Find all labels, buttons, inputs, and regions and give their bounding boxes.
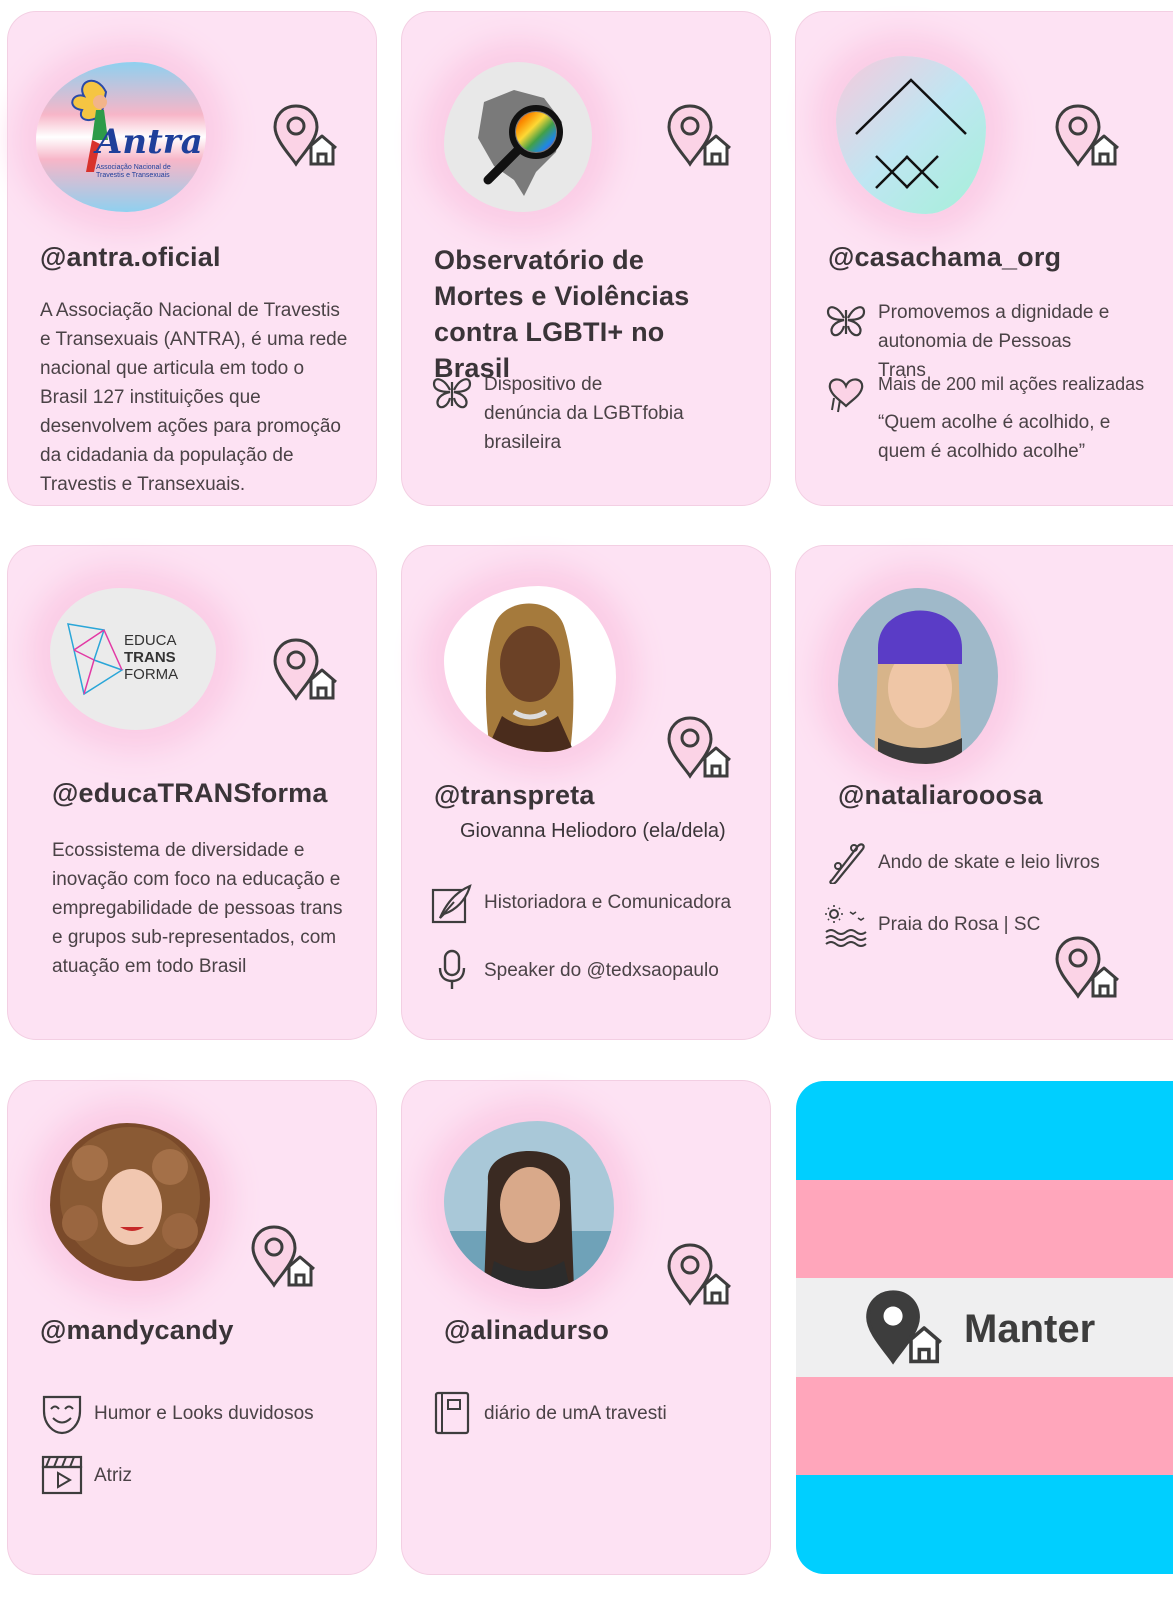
location-home-icon[interactable] <box>270 634 342 706</box>
profile-card-nataliaroosa[interactable]: @nataliarooosa Ando de skate e leio livr… <box>796 546 1173 1039</box>
profile-card-casachama[interactable]: @casachama_org Promovemos a dignidade e … <box>796 12 1173 505</box>
manter-logo-icon <box>866 1290 942 1365</box>
quote-text: “Quem acolhe é acolhido, e quem é acolhi… <box>878 412 1111 462</box>
feature-text: Dispositivo de denúncia da LGBTfobia bra… <box>484 374 684 453</box>
microphone-icon <box>430 948 474 992</box>
profile-card-transpreta[interactable]: @transpreta Giovanna Heliodoro (ela/dela… <box>402 546 770 1039</box>
antra-logo-subtitle: Associação Nacional de Travestis e Trans… <box>96 164 171 179</box>
theater-mask-icon <box>40 1391 84 1435</box>
location-home-icon[interactable] <box>270 100 342 172</box>
heart-hands-icon <box>824 370 868 414</box>
feature-text: diário de umA travesti <box>484 1403 667 1424</box>
location-home-icon[interactable] <box>664 100 736 172</box>
feature-text: Praia do Rosa | SC <box>878 914 1041 935</box>
profile-card-observatorio[interactable]: Observatório de Mortes e Violências cont… <box>402 12 770 505</box>
profile-handle[interactable]: @antra.oficial <box>40 242 221 273</box>
educatransforma-logo: EDUCA TRANS FORMA <box>50 588 216 730</box>
profile-handle[interactable]: @educaTRANSforma <box>52 778 328 809</box>
profile-description: Ecossistema de diversidade e inovação co… <box>52 840 343 977</box>
profile-handle[interactable]: @casachama_org <box>828 242 1061 273</box>
casachama-logo <box>836 56 986 214</box>
skateboard-icon <box>824 840 868 884</box>
logo-line: TRANS <box>124 649 176 666</box>
manter-card[interactable]: Manter <box>796 1081 1173 1574</box>
nataliaroosa-avatar <box>838 588 998 764</box>
location-home-icon[interactable] <box>664 1239 736 1311</box>
profile-title[interactable]: Observatório de Mortes e Violências cont… <box>434 242 734 386</box>
antra-logo: Antra Associação Nacional de Travestis e… <box>36 62 206 212</box>
butterfly-icon <box>824 298 868 342</box>
feature-row: Speaker do @tedxsaopaulo <box>430 948 719 992</box>
profile-handle[interactable]: @alinadurso <box>444 1315 609 1346</box>
location-home-icon[interactable] <box>1052 932 1124 1004</box>
flag-stripe-blue <box>796 1475 1173 1574</box>
mandycandy-avatar <box>50 1123 210 1281</box>
feature-text: Humor e Looks duvidosos <box>94 1403 314 1424</box>
profile-handle[interactable]: @nataliarooosa <box>838 780 1043 811</box>
beach-icon <box>824 904 868 948</box>
profile-handle[interactable]: @mandycandy <box>40 1315 234 1346</box>
logo-line: FORMA <box>124 666 179 683</box>
notebook-icon <box>430 1391 474 1435</box>
feature-text: Atriz <box>94 1465 132 1486</box>
profile-card-antra[interactable]: Antra Associação Nacional de Travestis e… <box>8 12 376 505</box>
profile-description: A Associação Nacional de Travestis e Tra… <box>40 300 348 495</box>
feature-text: Speaker do @tedxsaopaulo <box>484 960 719 981</box>
flag-stripe-blue <box>796 1081 1173 1180</box>
profile-card-alinadurso[interactable]: @alinadurso diário de umA travesti <box>402 1081 770 1574</box>
feature-row: Atriz <box>40 1453 132 1497</box>
alinadurso-avatar <box>444 1121 614 1289</box>
feature-row: Humor e Looks duvidosos <box>40 1391 314 1435</box>
feature-text: Ando de skate e leio livros <box>878 852 1100 873</box>
profile-name: Giovanna Heliodoro (ela/dela) <box>460 820 726 842</box>
profile-handle[interactable]: @transpreta <box>434 780 595 811</box>
feature-row: Dispositivo de denúncia da LGBTfobia bra… <box>430 370 684 457</box>
profile-card-educatransforma[interactable]: EDUCA TRANS FORMA @educaTRANSforma Ecoss… <box>8 546 376 1039</box>
transpreta-avatar <box>444 586 616 752</box>
feature-row: diário de umA travesti <box>430 1391 667 1435</box>
location-home-icon[interactable] <box>1052 100 1124 172</box>
feature-text: Historiadora e Comunicadora <box>484 892 732 913</box>
flag-stripe-pink <box>796 1179 1173 1279</box>
quill-icon <box>430 882 474 926</box>
manter-label: Manter <box>964 1307 1096 1351</box>
location-home-icon[interactable] <box>664 712 736 784</box>
clapperboard-icon <box>40 1453 84 1497</box>
feature-text: Mais de 200 mil ações realizadas <box>878 374 1145 394</box>
observatorio-logo <box>444 62 592 212</box>
location-home-icon[interactable] <box>248 1221 320 1293</box>
butterfly-icon <box>430 370 474 414</box>
logo-line: EDUCA <box>124 632 177 649</box>
feature-row: Ando de skate e leio livros <box>824 840 1100 884</box>
feature-row: Praia do Rosa | SC <box>824 904 1040 948</box>
profile-card-mandycandy[interactable]: @mandycandy Humor e Looks duvidosos Atri… <box>8 1081 376 1574</box>
antra-logo-text: Antra <box>96 122 203 162</box>
feature-row: Historiadora e Comunicadora <box>430 882 731 926</box>
